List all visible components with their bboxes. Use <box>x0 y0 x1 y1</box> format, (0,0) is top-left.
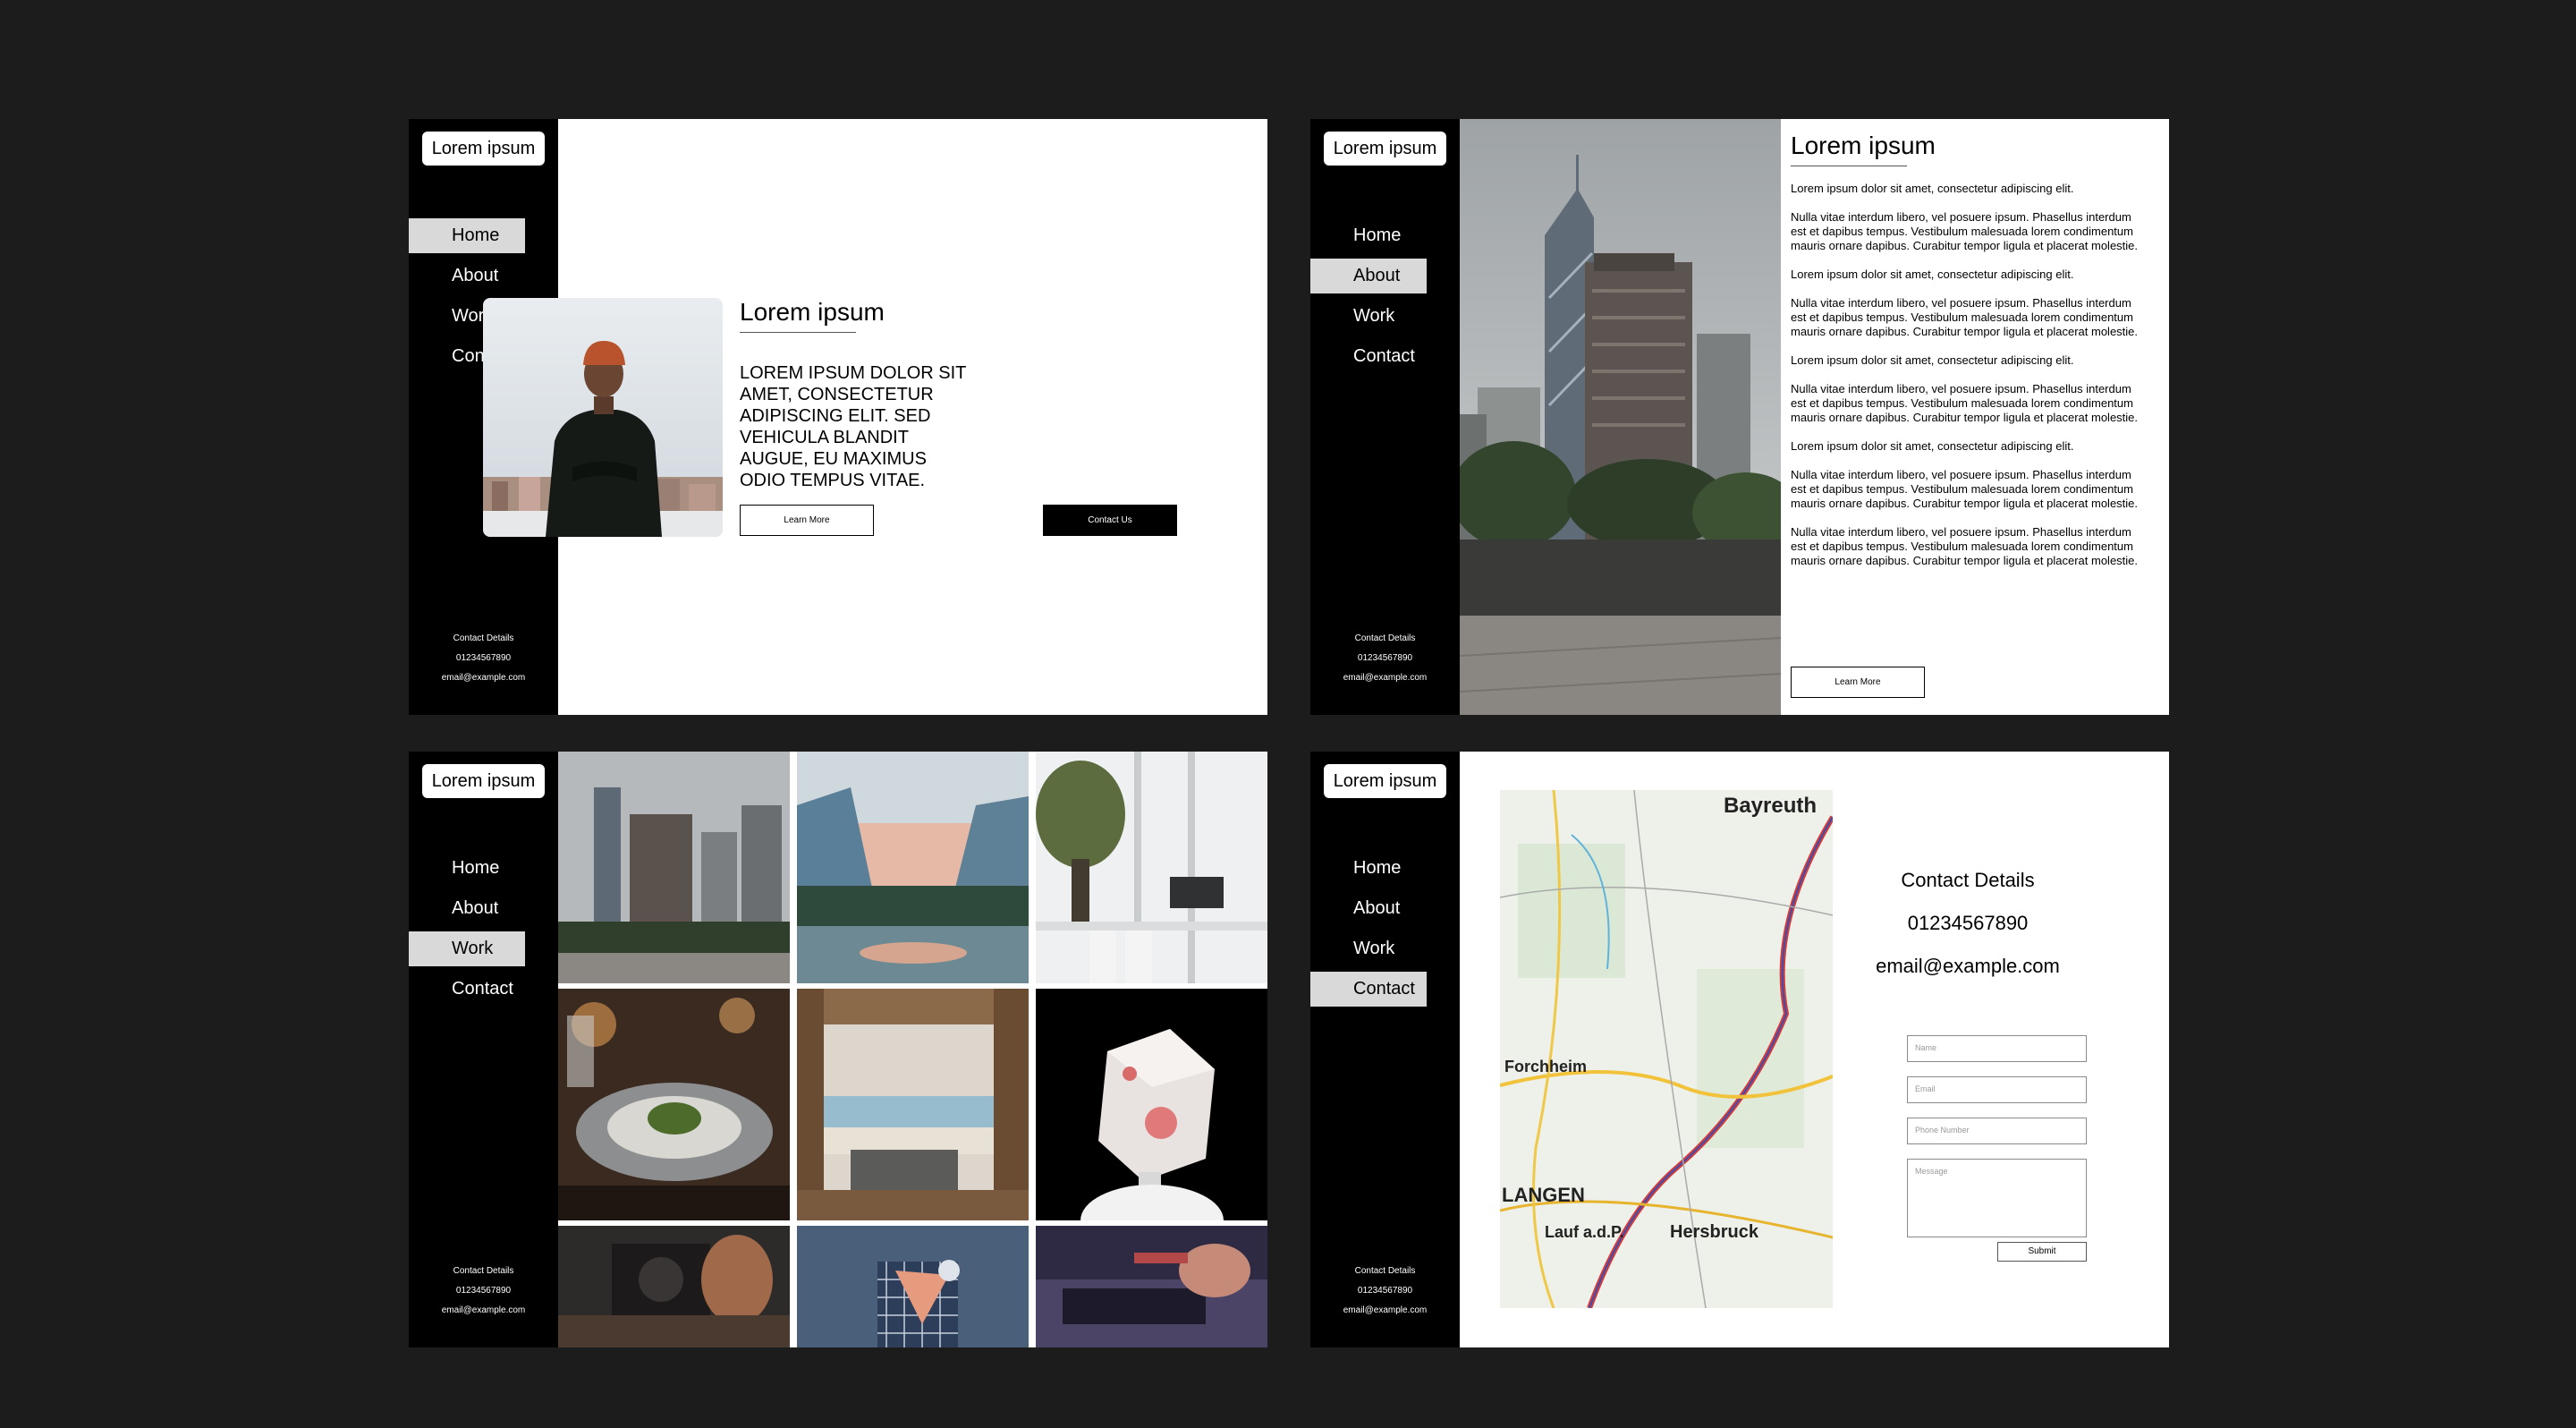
intro-line: ADIPISCING ELIT. SED <box>740 406 931 426</box>
contact-details: Contact Details 01234567890 email@exampl… <box>1843 859 2093 988</box>
nav-item-about[interactable]: About <box>409 891 558 926</box>
about-page-mockup: Lorem ipsum Home About Work Contact Cont… <box>1310 119 2169 715</box>
gallery-tile-camera[interactable] <box>558 1226 790 1347</box>
intro-line: LOREM IPSUM DOLOR SIT <box>740 363 967 383</box>
gallery-tile-grid[interactable] <box>797 1226 1029 1347</box>
sidebar-contact-heading: Contact Details <box>453 633 514 643</box>
sidebar-contact-heading: Contact Details <box>453 1266 514 1276</box>
about-paragraph: Lorem ipsum dolor sit amet, consectetur … <box>1791 439 2074 453</box>
portrait-photo <box>483 298 723 537</box>
nav-item-home[interactable]: Home <box>1310 851 1460 886</box>
submit-button[interactable]: Submit <box>1997 1242 2087 1262</box>
name-field[interactable]: Name <box>1907 1035 2087 1062</box>
gallery-tile-beach-hut[interactable] <box>797 989 1029 1220</box>
sidebar-contact-email[interactable]: email@example.com <box>409 668 558 688</box>
map-label: Bayreuth <box>1724 794 1817 818</box>
sidebar-contact: Contact Details 01234567890 email@exampl… <box>409 1262 558 1321</box>
gallery-tile-valley[interactable] <box>797 752 1029 983</box>
title-underline <box>740 332 856 333</box>
nav-item-contact[interactable]: Contact <box>1310 972 1427 1007</box>
nav-item-home[interactable]: Home <box>1310 218 1460 253</box>
sidebar-contact: Contact Details 01234567890 email@exampl… <box>1310 1262 1460 1321</box>
nav-item-about[interactable]: About <box>1310 891 1460 926</box>
learn-more-button[interactable]: Learn More <box>1791 667 1925 698</box>
learn-more-button[interactable]: Learn More <box>740 505 874 536</box>
nav-item-work[interactable]: Work <box>409 931 525 966</box>
gallery-tile-workbench[interactable] <box>1036 1226 1267 1347</box>
logo[interactable]: Lorem ipsum <box>1324 132 1446 166</box>
nav-item-home[interactable]: Home <box>409 851 558 886</box>
about-paragraph: Lorem ipsum dolor sit amet, consectetur … <box>1791 353 2074 367</box>
nav-item-about[interactable]: About <box>1310 259 1427 293</box>
gallery-tile-office[interactable] <box>1036 752 1267 983</box>
sidebar-contact-heading: Contact Details <box>1354 633 1416 643</box>
nav-item-home[interactable]: Home <box>409 218 525 253</box>
email-field[interactable]: Email <box>1907 1076 2087 1103</box>
about-paragraph: Nulla vitae interdum libero, vel posuere… <box>1791 210 2139 252</box>
about-paragraph: Nulla vitae interdum libero, vel posuere… <box>1791 525 2139 567</box>
nav-item-contact[interactable]: Contact <box>409 972 558 1007</box>
gallery-tile-cube[interactable] <box>1036 989 1267 1220</box>
contact-us-button[interactable]: Contact Us <box>1043 505 1177 536</box>
about-title: Lorem ipsum <box>1791 132 1936 159</box>
gallery-tile-city[interactable] <box>558 752 790 983</box>
nav-item-contact[interactable]: Contact <box>1310 339 1460 374</box>
sidebar-contact-phone: 01234567890 <box>455 1286 512 1296</box>
logo[interactable]: Lorem ipsum <box>1324 764 1446 798</box>
sidebar-contact: Contact Details 01234567890 email@exampl… <box>1310 629 1460 688</box>
map-label: Forchheim <box>1504 1058 1587 1075</box>
nav-item-work[interactable]: Work <box>1310 299 1460 334</box>
sidebar: Lorem ipsum Home About Work Contact Cont… <box>1310 752 1460 1347</box>
sidebar-contact-heading: Contact Details <box>1354 1266 1416 1276</box>
intro-line: ODIO TEMPUS VITAE. <box>740 471 926 490</box>
map-label: LANGEN <box>1502 1184 1585 1206</box>
home-page-mockup: Lorem ipsum Home About Work Contact Cont… <box>409 119 1267 715</box>
logo[interactable]: Lorem ipsum <box>422 764 545 798</box>
sidebar-contact-email[interactable]: email@example.com <box>1310 1301 1460 1321</box>
sidebar-contact-phone: 01234567890 <box>1357 1286 1413 1296</box>
skyscraper-photo <box>1460 119 1781 715</box>
home-intro-text: LOREM IPSUM DOLOR SIT AMET, CONSECTETUR … <box>740 362 981 491</box>
about-paragraph: Nulla vitae interdum libero, vel posuere… <box>1791 296 2139 338</box>
about-paragraph: Nulla vitae interdum libero, vel posuere… <box>1791 382 2139 424</box>
sidebar-contact: Contact Details 01234567890 email@exampl… <box>409 629 558 688</box>
map-image: Bayreuth Forchheim LANGEN Hersbruck Lauf… <box>1500 790 1833 1308</box>
nav-item-work[interactable]: Work <box>1310 931 1460 966</box>
intro-line: AMET, CONSECTETUR <box>740 385 934 404</box>
intro-line: VEHICULA BLANDIT <box>740 428 909 447</box>
sidebar-contact-phone: 01234567890 <box>455 653 512 663</box>
contact-page-mockup: Lorem ipsum Home About Work Contact Cont… <box>1310 752 2169 1347</box>
message-field[interactable]: Message <box>1907 1159 2087 1237</box>
nav-menu: Home About Work Contact <box>1310 218 1460 379</box>
about-paragraph: Lorem ipsum dolor sit amet, consectetur … <box>1791 182 2074 195</box>
nav-menu: Home About Work Contact <box>409 851 558 1012</box>
about-body: Lorem ipsum dolor sit amet, consectetur … <box>1791 182 2148 582</box>
gallery-tile-dining[interactable] <box>558 989 790 1220</box>
sidebar-contact-email[interactable]: email@example.com <box>409 1301 558 1321</box>
nav-menu: Home About Work Contact <box>1310 851 1460 1012</box>
nav-item-about[interactable]: About <box>409 259 558 293</box>
sidebar-contact-phone: 01234567890 <box>1357 653 1413 663</box>
about-paragraph: Nulla vitae interdum libero, vel posuere… <box>1791 468 2139 510</box>
logo[interactable]: Lorem ipsum <box>422 132 545 166</box>
sidebar: Lorem ipsum Home About Work Contact Cont… <box>1310 119 1460 715</box>
contact-email[interactable]: email@example.com <box>1843 945 2093 988</box>
sidebar: Lorem ipsum Home About Work Contact Cont… <box>409 752 558 1347</box>
contact-heading: Contact Details <box>1901 869 2035 891</box>
phone-field[interactable]: Phone Number <box>1907 1118 2087 1144</box>
sidebar-contact-email[interactable]: email@example.com <box>1310 668 1460 688</box>
home-title: Lorem ipsum <box>740 298 885 326</box>
contact-phone: 01234567890 <box>1907 912 2029 934</box>
intro-line: AUGUE, EU MAXIMUS <box>740 449 927 469</box>
map-label: Lauf a.d.P. <box>1545 1223 1624 1241</box>
about-paragraph: Lorem ipsum dolor sit amet, consectetur … <box>1791 268 2074 281</box>
map-label: Hersbruck <box>1670 1222 1759 1242</box>
work-page-mockup: Lorem ipsum Home About Work Contact Cont… <box>409 752 1267 1347</box>
